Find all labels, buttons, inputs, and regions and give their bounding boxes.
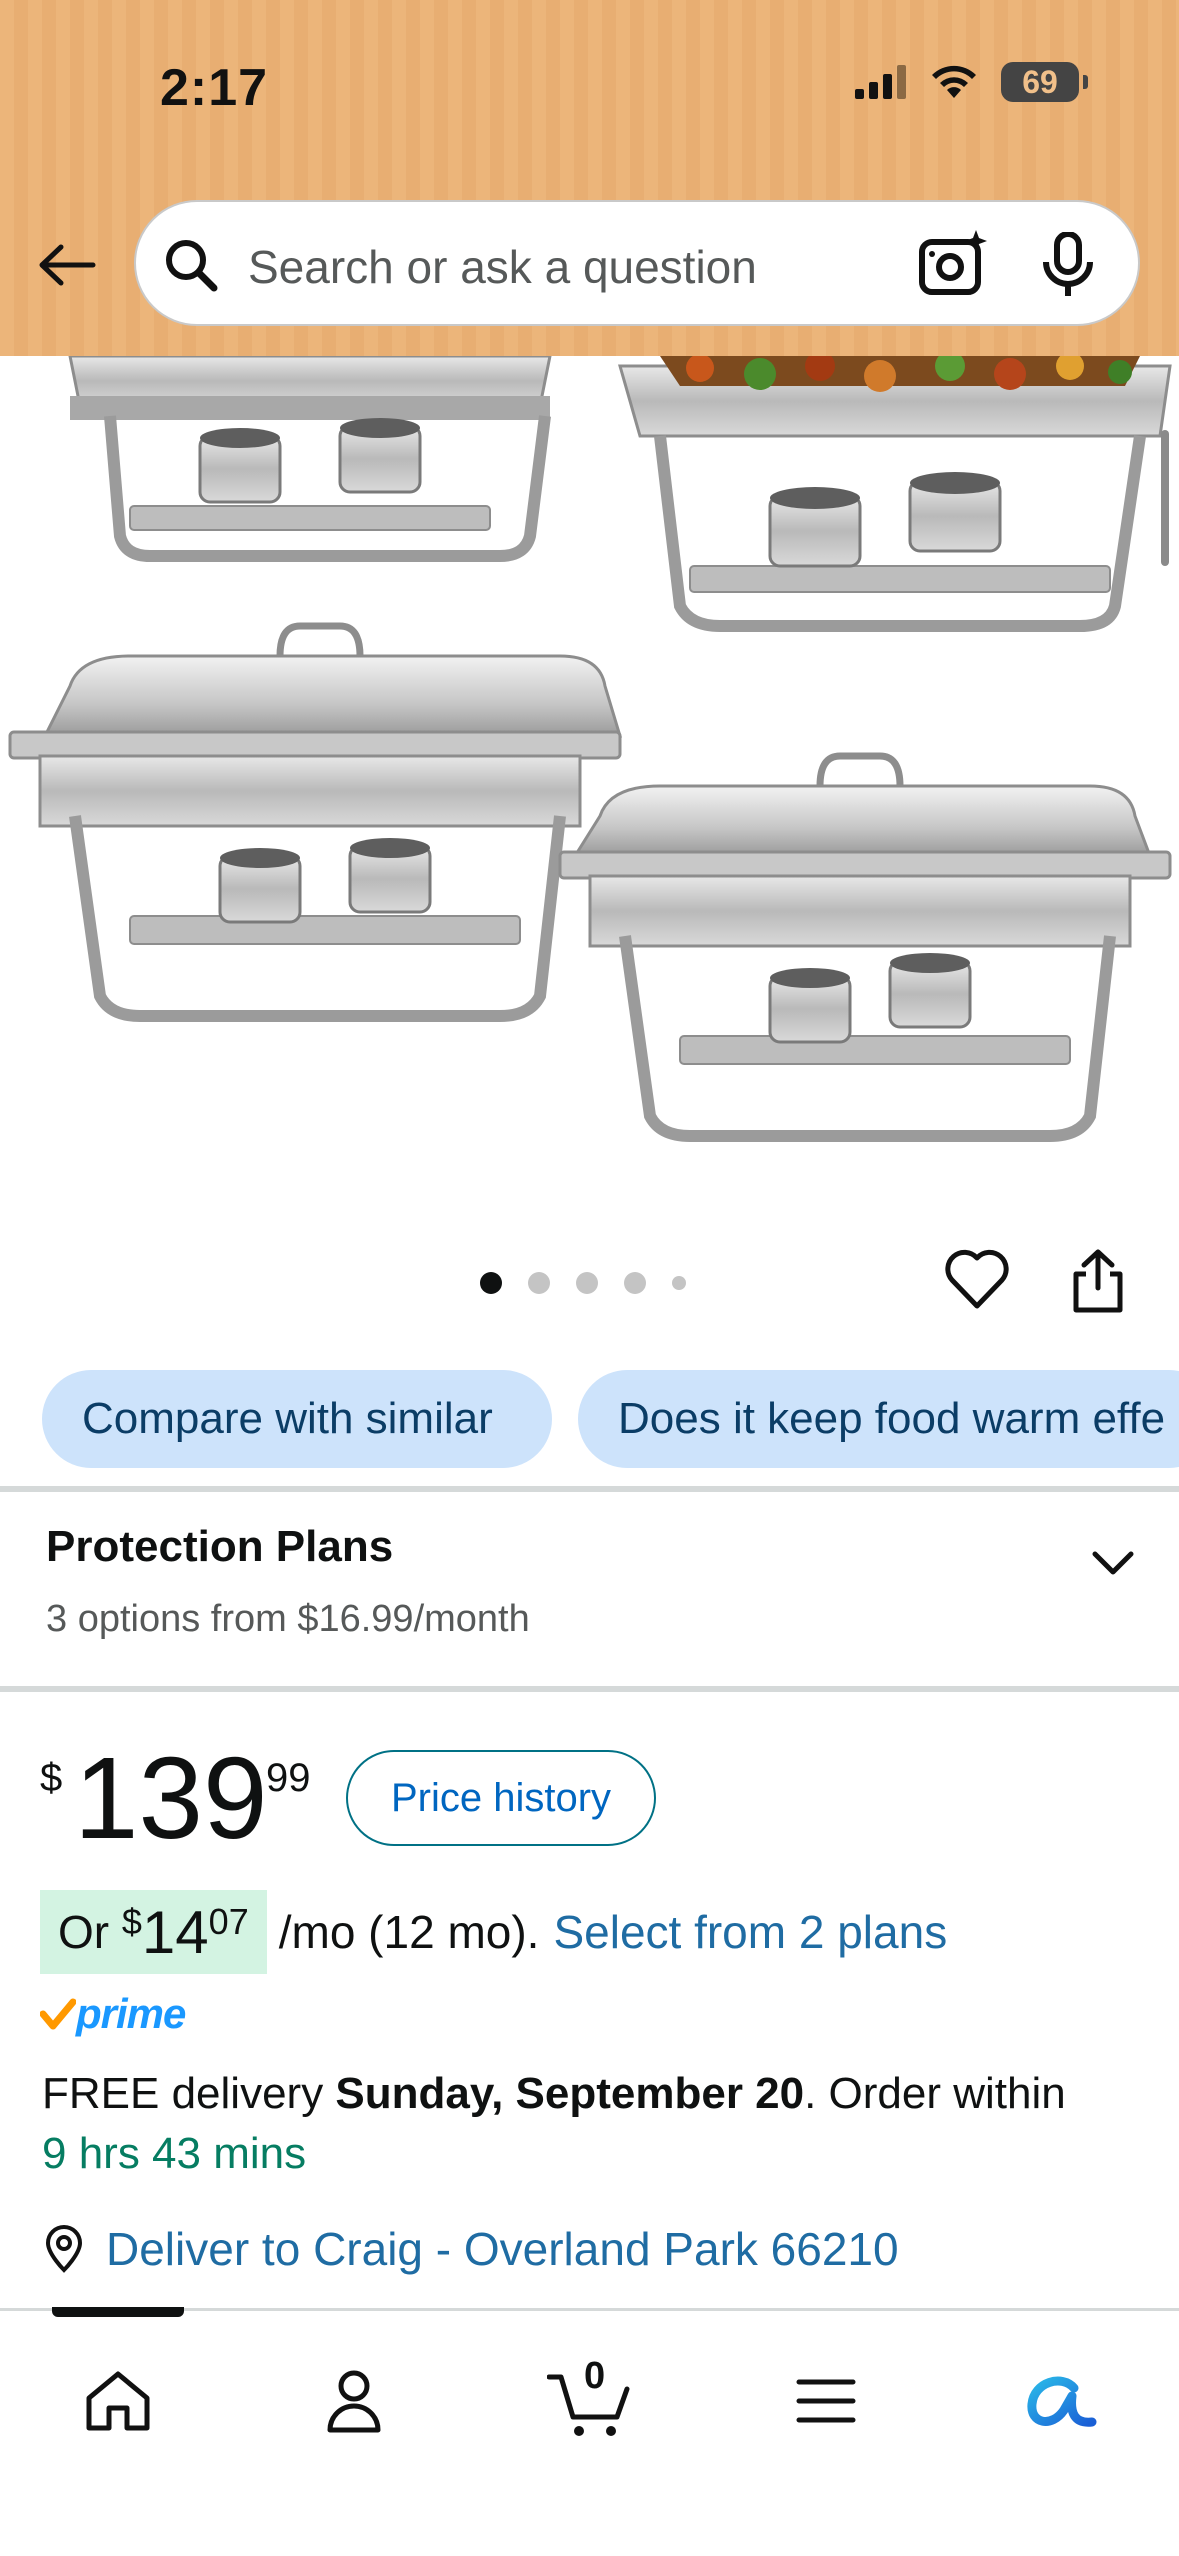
delivery-info: FREE delivery Sunday, September 20. Orde…: [42, 2064, 1082, 2184]
carousel-dot[interactable]: [624, 1272, 646, 1294]
deliver-to-label[interactable]: Deliver to Craig - Overland Park 66210: [106, 2222, 899, 2276]
price-whole: 139: [74, 1733, 268, 1863]
prime-logo: prime: [40, 1990, 186, 2038]
heart-icon: [945, 1249, 1009, 1309]
delivery-prefix: FREE delivery: [42, 2069, 336, 2118]
search-input[interactable]: Search or ask a question: [248, 240, 757, 294]
prime-label: prime: [76, 1990, 186, 2037]
carousel-dot[interactable]: [576, 1272, 598, 1294]
carousel-dot[interactable]: [672, 1276, 686, 1290]
select-plans-link[interactable]: Select from 2 plans: [553, 1905, 947, 1959]
nav-account[interactable]: [304, 2351, 404, 2451]
section-divider: [0, 1486, 1179, 1492]
delivery-countdown: 9 hrs 43 mins: [42, 2129, 307, 2178]
protection-plans-title: Protection Plans: [46, 1522, 394, 1571]
active-tab-indicator: [52, 2307, 184, 2317]
installment-offer: Or $ 14 07 /mo (12 mo). Select from 2 pl…: [40, 1890, 947, 1974]
search-icon: [166, 240, 218, 292]
product-image[interactable]: [0, 356, 1179, 1196]
share-icon: [1073, 1249, 1123, 1313]
delivery-date: Sunday, September 20: [335, 2069, 805, 2118]
carousel-dots[interactable]: [480, 1272, 686, 1294]
deliver-to-link[interactable]: Deliver to Craig - Overland Park 66210: [42, 2222, 899, 2276]
price-history-button[interactable]: Price history: [346, 1750, 656, 1846]
share-button[interactable]: [1070, 1248, 1126, 1319]
rufus-icon: [1027, 2376, 1097, 2427]
camera-icon[interactable]: [918, 230, 988, 296]
installment-whole: 14: [141, 1898, 209, 1966]
carousel-dot[interactable]: [528, 1272, 550, 1294]
menu-icon: [796, 2379, 856, 2423]
protection-plans-section[interactable]: Protection Plans 3 options from $16.99/m…: [0, 1496, 1179, 1686]
nav-home[interactable]: [68, 2351, 168, 2451]
wifi-icon: [932, 65, 976, 98]
protection-plans-subtitle: 3 options from $16.99/month: [46, 1598, 530, 1640]
installment-price: Or $ 14 07: [40, 1890, 267, 1974]
status-icons: 69: [855, 62, 1088, 102]
prime-check-icon: [40, 1998, 76, 2030]
account-icon: [327, 2370, 381, 2433]
search-bar[interactable]: Search or ask a question: [134, 200, 1140, 326]
price-fraction: 99: [266, 1756, 311, 1800]
battery-indicator: 69: [1001, 62, 1088, 102]
nav-cart[interactable]: 0: [540, 2351, 640, 2451]
section-divider: [0, 1686, 1179, 1692]
question-chip[interactable]: Does it keep food warm effe: [578, 1370, 1179, 1468]
back-button[interactable]: [34, 232, 100, 298]
cart-count: 0: [584, 2355, 606, 2397]
nav-menu[interactable]: [776, 2351, 876, 2451]
nav-rufus[interactable]: [1010, 2351, 1110, 2451]
cellular-signal-icon: [855, 65, 906, 99]
status-time: 2:17: [160, 59, 269, 117]
installment-prefix: Or: [58, 1906, 122, 1958]
carousel-dot[interactable]: [480, 1272, 502, 1294]
home-icon: [86, 2371, 150, 2431]
compare-similar-chip[interactable]: Compare with similar: [42, 1370, 552, 1468]
price-symbol: $: [40, 1756, 63, 1800]
chafing-dish-product-photo: [8, 356, 1172, 1142]
delivery-middle: . Order within: [804, 2069, 1078, 2118]
back-arrow-icon: [39, 244, 96, 286]
location-pin-icon: [45, 2225, 83, 2273]
app-header: 2:17 69 Search or ask a question: [0, 0, 1179, 356]
installment-symbol: $: [121, 1901, 142, 1942]
installment-terms: /mo (12 mo).: [278, 1906, 540, 1958]
bottom-nav: 0: [0, 2307, 1179, 2556]
chevron-down-icon[interactable]: [1089, 1544, 1137, 1584]
wishlist-button[interactable]: [944, 1248, 1010, 1315]
installment-fraction: 07: [208, 1901, 249, 1942]
microphone-icon[interactable]: [1040, 232, 1096, 298]
scroll-indicator[interactable]: [1161, 430, 1169, 566]
